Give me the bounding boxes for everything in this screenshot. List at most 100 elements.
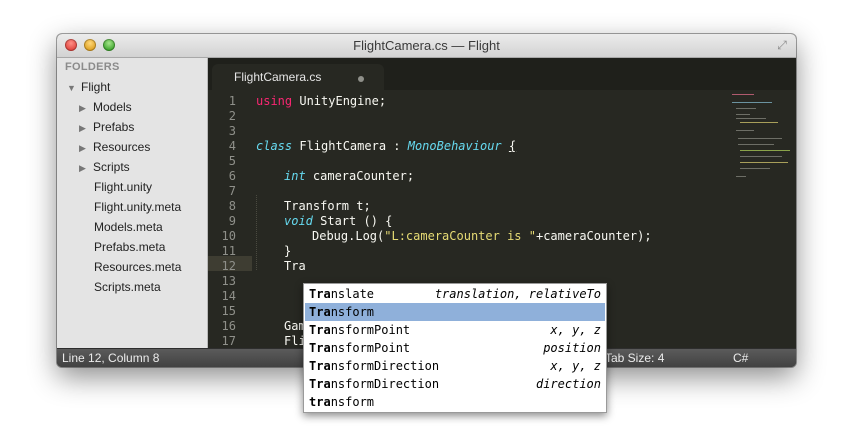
completion-match: Tra — [309, 341, 331, 355]
line-number: 6 — [228, 169, 236, 183]
minimap-line — [736, 118, 766, 119]
code-token: () { — [356, 214, 393, 228]
disclosure-closed-icon[interactable]: ▶ — [79, 98, 93, 118]
disclosure-open-icon[interactable]: ▼ — [67, 78, 81, 98]
tab-flightcamera[interactable]: FlightCamera.cs — [212, 64, 384, 90]
minimap-line — [736, 130, 754, 131]
code-token: void — [284, 214, 313, 228]
code-token: MonoBehaviour — [407, 139, 502, 153]
minimize-button[interactable] — [84, 39, 96, 51]
folder-label: Resources — [93, 140, 151, 154]
completion-rest: nsformDirection — [330, 359, 440, 373]
minimap-line — [740, 156, 782, 157]
folder-label: Scripts — [93, 160, 130, 174]
completion-match: Tra — [309, 287, 331, 301]
autocomplete-popup: Translate translation, relativeTo Transfo… — [303, 283, 607, 413]
completion-hint: position — [543, 341, 601, 355]
minimap-line — [738, 144, 774, 145]
line-number: 16 — [221, 319, 236, 333]
completion-rest: nsform — [330, 305, 375, 319]
completion-name: Translate — [309, 285, 374, 303]
completion-rest: nsform — [330, 395, 375, 409]
autocomplete-item[interactable]: TransformPoint position — [305, 339, 605, 357]
syntax-selector[interactable]: C# — [733, 351, 748, 366]
completion-name: Transform — [309, 303, 374, 321]
code-line: using UnityEngine; — [256, 94, 386, 109]
code-token: UnityEngine; — [292, 94, 387, 108]
autocomplete-item[interactable]: TransformDirection x, y, z — [305, 357, 605, 375]
completion-name: TransformPoint — [309, 339, 410, 357]
autocomplete-item[interactable]: transform — [305, 393, 605, 411]
line-number: 2 — [228, 109, 236, 123]
tab-size-selector[interactable]: Tab Size: 4 — [605, 351, 664, 366]
completion-hint: x, y, z — [550, 323, 601, 337]
line-number: 12 — [221, 259, 236, 273]
folder-models[interactable]: ▶ Models — [79, 97, 132, 117]
title-bar[interactable]: FlightCamera.cs — Flight ⤢ — [57, 34, 796, 58]
unsaved-dot-icon[interactable] — [358, 76, 364, 82]
minimap-line — [738, 138, 782, 139]
tab-bar: FlightCamera.cs — [208, 58, 796, 90]
line-number: 1 — [228, 94, 236, 108]
autocomplete-item-selected[interactable]: Transform — [305, 303, 605, 321]
minimap-line — [732, 94, 754, 95]
autocomplete-item[interactable]: TransformPoint x, y, z — [305, 321, 605, 339]
completion-name: transform — [309, 393, 374, 411]
code-token: using — [256, 94, 293, 108]
completion-match: Tra — [309, 323, 331, 337]
code-line: Debug.Log("L:cameraCounter is "+cameraCo… — [312, 229, 652, 244]
completion-hint: x, y, z — [550, 359, 601, 373]
minimap-line — [736, 176, 746, 177]
code-token: Start — [312, 214, 357, 228]
fullscreen-arrows-icon[interactable]: ⤢ — [775, 38, 789, 52]
disclosure-closed-icon[interactable]: ▶ — [79, 118, 93, 138]
folder-root-flight[interactable]: ▼ Flight — [67, 77, 110, 97]
completion-name: TransformDirection — [309, 357, 439, 375]
file-item[interactable]: Scripts.meta — [94, 277, 161, 297]
line-number: 8 — [228, 199, 236, 213]
code-token: "L:cameraCounter is " — [384, 229, 536, 243]
completion-name: TransformDirection — [309, 375, 439, 393]
line-number: 15 — [221, 304, 236, 318]
completion-rest: nsformDirection — [330, 377, 440, 391]
completion-hint: direction — [535, 377, 601, 391]
close-button[interactable] — [65, 39, 77, 51]
autocomplete-item[interactable]: Translate translation, relativeTo — [305, 285, 605, 303]
line-number: 13 — [221, 274, 236, 288]
folder-prefabs[interactable]: ▶ Prefabs — [79, 117, 134, 137]
disclosure-closed-icon[interactable]: ▶ — [79, 138, 93, 158]
folder-resources[interactable]: ▶ Resources — [79, 137, 150, 157]
file-item[interactable]: Flight.unity — [94, 177, 152, 197]
completion-match: Tra — [309, 377, 331, 391]
minimap-line — [740, 162, 788, 163]
completion-rest: nslate — [330, 287, 375, 301]
line-number: 3 — [228, 124, 236, 138]
cursor-position: Line 12, Column 8 — [62, 351, 160, 365]
code-line: Tra — [284, 259, 306, 273]
file-item[interactable]: Resources.meta — [94, 257, 181, 277]
code-token: cameraCounter; — [305, 169, 415, 183]
code-line: void Start () { — [284, 214, 392, 229]
file-item[interactable]: Prefabs.meta — [94, 237, 165, 257]
minimap-line — [732, 102, 772, 103]
autocomplete-item[interactable]: TransformDirection direction — [305, 375, 605, 393]
line-number: 11 — [221, 244, 236, 258]
folder-scripts[interactable]: ▶ Scripts — [79, 157, 130, 177]
code-line: } — [284, 244, 292, 258]
completion-name: TransformPoint — [309, 321, 410, 339]
folder-label: Prefabs — [93, 120, 135, 134]
file-item[interactable]: Models.meta — [94, 217, 163, 237]
line-number: 9 — [228, 214, 236, 228]
file-item[interactable]: Flight.unity.meta — [94, 197, 181, 217]
completion-match: Tra — [309, 305, 331, 319]
disclosure-closed-icon[interactable]: ▶ — [79, 158, 93, 178]
code-line: int cameraCounter; — [284, 169, 414, 184]
folder-label: Models — [93, 100, 132, 114]
code-line: class FlightCamera : MonoBehaviour { — [256, 139, 516, 154]
code-token: FlightCamera — [292, 139, 387, 153]
zoom-button[interactable] — [103, 39, 115, 51]
minimap[interactable] — [728, 90, 796, 348]
line-number: 17 — [221, 334, 236, 348]
tab-label: FlightCamera.cs — [234, 70, 322, 84]
